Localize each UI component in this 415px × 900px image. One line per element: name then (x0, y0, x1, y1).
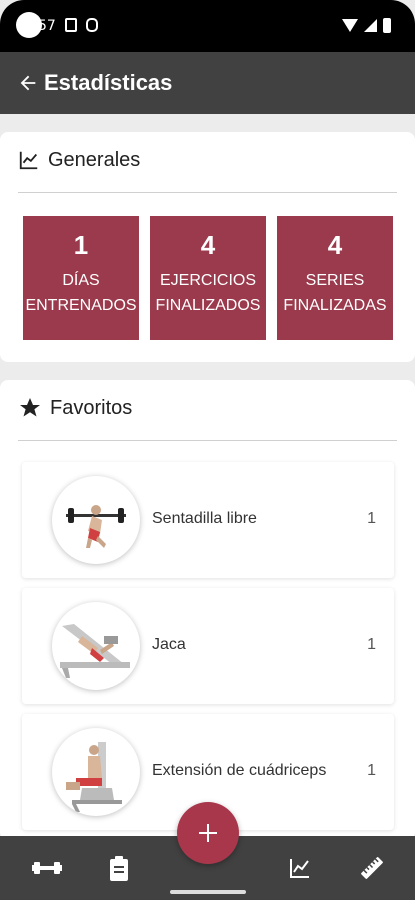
favoritos-header: Favoritos (18, 396, 132, 420)
status-time: 57 (38, 18, 56, 34)
arrow-left-icon (20, 75, 36, 91)
stats-row: 1 DÍAS ENTRENADOS 4 EJERCICIOS FINALIZAD… (23, 216, 393, 340)
generales-card: Generales 1 DÍAS ENTRENADOS 4 EJERCICIOS… (0, 132, 415, 362)
stat-value: 4 (200, 230, 216, 260)
stat-label: EJERCICIOS FINALIZADOS (155, 272, 261, 314)
wifi-icon (342, 19, 358, 32)
divider (18, 440, 397, 441)
nav-clipboard-button[interactable] (99, 848, 139, 888)
status-icons (342, 18, 391, 33)
exercise-thumbnail (52, 602, 140, 690)
gesture-bar[interactable] (170, 890, 246, 894)
back-button[interactable] (8, 52, 48, 114)
clipboard-icon (110, 856, 128, 881)
generales-title: Generales (48, 148, 141, 171)
dumbbell-icon (32, 862, 62, 874)
generales-header: Generales (18, 148, 140, 172)
squat-illustration-icon (66, 505, 126, 548)
star-icon (20, 398, 40, 417)
stat-label: DÍAS ENTRENADOS (25, 272, 137, 314)
favoritos-card: Favoritos Sentadilla libre 1 Jaca 1 Exte… (0, 380, 415, 840)
exercise-count: 1 (367, 510, 376, 527)
exercise-name: Extensión de cuádriceps (152, 762, 327, 779)
stat-label: SERIES FINALIZADAS (283, 272, 387, 314)
add-icon (199, 824, 217, 842)
battery-icon (383, 18, 391, 33)
stat-exercises-finished: 4 EJERCICIOS FINALIZADOS (150, 216, 266, 340)
favorite-item[interactable]: Sentadilla libre 1 (22, 462, 394, 578)
page-title: Estadísticas (44, 70, 173, 95)
divider (18, 192, 397, 193)
line-chart-icon (19, 151, 38, 170)
favoritos-title: Favoritos (50, 396, 133, 419)
hack-squat-illustration-icon (60, 624, 130, 678)
exercise-thumbnail (52, 476, 140, 564)
signal-icon (364, 19, 377, 32)
favorite-item[interactable]: Jaca 1 (22, 588, 394, 704)
exercise-count: 1 (367, 636, 376, 653)
exercise-count: 1 (367, 762, 376, 779)
add-button[interactable] (177, 802, 239, 864)
chart-icon (290, 859, 309, 878)
stat-days-trained: 1 DÍAS ENTRENADOS (23, 216, 139, 340)
app-bar: Estadísticas (0, 52, 415, 114)
notification-icon (86, 18, 98, 32)
exercise-thumbnail (52, 728, 140, 816)
nav-dumbbell-button[interactable] (27, 848, 67, 888)
stat-value: 4 (327, 230, 343, 260)
nav-chart-button[interactable] (280, 848, 320, 888)
exercise-name: Jaca (152, 636, 186, 653)
ruler-icon (361, 857, 383, 879)
stat-sets-finished: 4 SERIES FINALIZADAS (277, 216, 393, 340)
status-bar: 57 (0, 0, 415, 52)
leg-extension-illustration-icon (66, 742, 122, 812)
notification-icon (65, 18, 77, 32)
exercise-name: Sentadilla libre (152, 510, 257, 527)
stat-value: 1 (73, 230, 89, 260)
nav-ruler-button[interactable] (352, 848, 392, 888)
